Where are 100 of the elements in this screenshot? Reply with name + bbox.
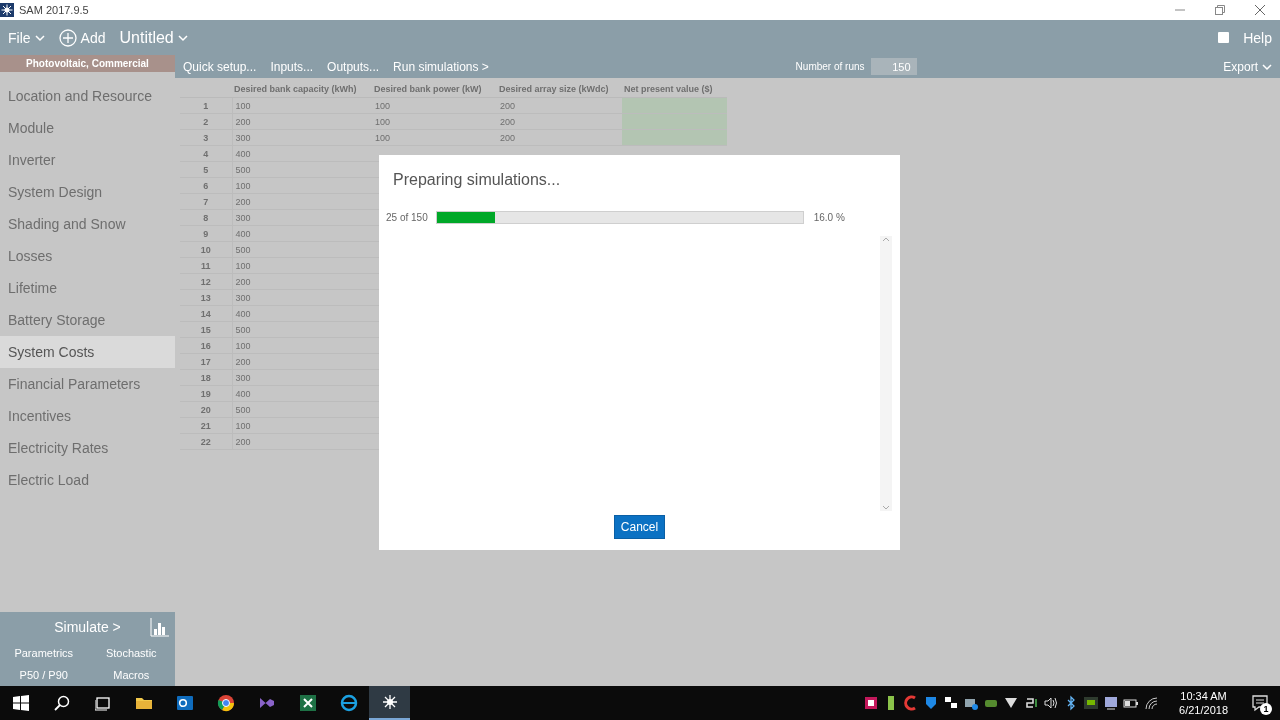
- sidebar-item[interactable]: Incentives: [0, 400, 175, 432]
- row-number: 7: [180, 193, 232, 210]
- notifications-button[interactable]: 1: [1240, 686, 1280, 720]
- table-cell: 200: [232, 273, 372, 290]
- browser-icon: [215, 693, 236, 713]
- row-number: 6: [180, 177, 232, 194]
- row-number: 11: [180, 257, 232, 274]
- table-cell: 100: [372, 129, 497, 146]
- square-icon: [1218, 32, 1230, 43]
- table-cell: 300: [232, 369, 372, 386]
- sidebar-item[interactable]: Lifetime: [0, 272, 175, 304]
- panel-link[interactable]: Macros: [113, 669, 150, 681]
- row-number: 20: [180, 401, 232, 418]
- table-cell: 400: [232, 225, 372, 242]
- windows-logo-icon: [12, 695, 29, 711]
- sidebar-item[interactable]: Shading and Snow: [0, 208, 175, 240]
- file-menu[interactable]: File: [8, 29, 45, 46]
- toolbar-link[interactable]: Outputs...: [327, 59, 380, 74]
- gpu-icon[interactable]: [1083, 695, 1100, 711]
- panel-link[interactable]: Parametrics: [14, 647, 74, 659]
- simulate-button[interactable]: Simulate >: [54, 619, 121, 635]
- table-cell: 400: [232, 305, 372, 322]
- table-cell: 200: [232, 113, 372, 130]
- tray-app-icon[interactable]: [863, 695, 880, 711]
- monitor-icon[interactable]: [1103, 695, 1120, 711]
- table-cell: 400: [232, 385, 372, 402]
- clock-date[interactable]: 6/21/2018: [1179, 703, 1228, 717]
- sidebar-header: Photovoltaic, Commercial: [0, 55, 175, 72]
- table-cell: 200: [232, 193, 372, 210]
- table-cell: 300: [232, 289, 372, 306]
- row-number: 19: [180, 385, 232, 402]
- sidebar-item[interactable]: Electric Load: [0, 464, 175, 496]
- table-cell: 500: [232, 321, 372, 338]
- progress-count: 25 of 150: [386, 212, 428, 223]
- sidebar-item[interactable]: Electricity Rates: [0, 432, 175, 464]
- dialog-title: Preparing simulations...: [393, 171, 561, 189]
- restore-icon[interactable]: [1215, 5, 1225, 15]
- case-menu[interactable]: Untitled: [119, 28, 188, 47]
- cancel-button[interactable]: Cancel: [613, 515, 666, 539]
- network-share-icon[interactable]: [943, 695, 960, 711]
- row-number: 4: [180, 145, 232, 162]
- taskbar-app[interactable]: [369, 686, 410, 720]
- export-button[interactable]: Export: [1223, 59, 1272, 74]
- toolbar-link[interactable]: Quick setup...: [183, 59, 257, 74]
- row-number: 9: [180, 225, 232, 242]
- notification-badge: 1: [1260, 703, 1272, 715]
- runs-field[interactable]: 150: [870, 58, 917, 75]
- speech-bubble-icon: [1251, 694, 1269, 712]
- toolbar-link[interactable]: Run simulations >: [393, 59, 489, 74]
- table-cell: 100: [232, 257, 372, 274]
- table-cell: 100: [372, 97, 497, 114]
- table-cell: 500: [232, 161, 372, 178]
- mail-icon: [174, 693, 195, 713]
- add-button[interactable]: Add: [58, 28, 106, 47]
- table-cell: 400: [232, 145, 372, 162]
- spreadsheet-icon: [297, 693, 318, 713]
- row-number: 1: [180, 97, 232, 114]
- row-number: 2: [180, 113, 232, 130]
- help-button[interactable]: Help: [1218, 29, 1272, 46]
- clock-time[interactable]: 10:34 AM: [1180, 689, 1227, 703]
- caret-icon: [177, 33, 188, 42]
- column-header: Net present value ($): [622, 80, 727, 98]
- sidebar-item[interactable]: Battery Storage: [0, 304, 175, 336]
- tray-app-icon[interactable]: [1023, 695, 1040, 711]
- sidebar-item[interactable]: System Costs: [0, 336, 175, 368]
- row-number: 15: [180, 321, 232, 338]
- table-cell: 100: [232, 97, 372, 114]
- row-number: 3: [180, 129, 232, 146]
- table-cell: 100: [232, 337, 372, 354]
- table-cell: 200: [232, 433, 372, 450]
- panel-link[interactable]: P50 / P90: [19, 669, 68, 681]
- caret-icon: [1262, 62, 1272, 71]
- table-cell: 100: [372, 113, 497, 130]
- close-icon[interactable]: [1255, 5, 1265, 15]
- table-cell: 300: [232, 209, 372, 226]
- row-number: 13: [180, 289, 232, 306]
- row-number: 17: [180, 353, 232, 370]
- sidebar-item[interactable]: Location and Resource: [0, 80, 175, 112]
- caret-icon: [34, 33, 45, 42]
- wifi-icon[interactable]: [1143, 695, 1160, 711]
- row-number: 12: [180, 273, 232, 290]
- toolbar-link[interactable]: Inputs...: [270, 59, 314, 74]
- row-number: 5: [180, 161, 232, 178]
- globe-icon: [338, 693, 359, 713]
- column-header: Desired bank capacity (kWh): [232, 80, 372, 98]
- progress-percent: 16.0 %: [813, 212, 845, 223]
- panel-link[interactable]: Stochastic: [105, 647, 157, 659]
- search-icon: [53, 695, 70, 711]
- volume-icon[interactable]: [1043, 695, 1060, 711]
- row-number: 21: [180, 417, 232, 434]
- sidebar-item[interactable]: Inverter: [0, 144, 175, 176]
- column-header: Desired bank power (kW): [372, 80, 497, 98]
- row-number: 16: [180, 337, 232, 354]
- sidebar-item[interactable]: Losses: [0, 240, 175, 272]
- table-cell: 200: [232, 353, 372, 370]
- sidebar-item[interactable]: System Design: [0, 176, 175, 208]
- sidebar-item[interactable]: Module: [0, 112, 175, 144]
- bar-chart-icon[interactable]: [150, 617, 170, 637]
- sidebar-item[interactable]: Financial Parameters: [0, 368, 175, 400]
- row-number: 18: [180, 369, 232, 386]
